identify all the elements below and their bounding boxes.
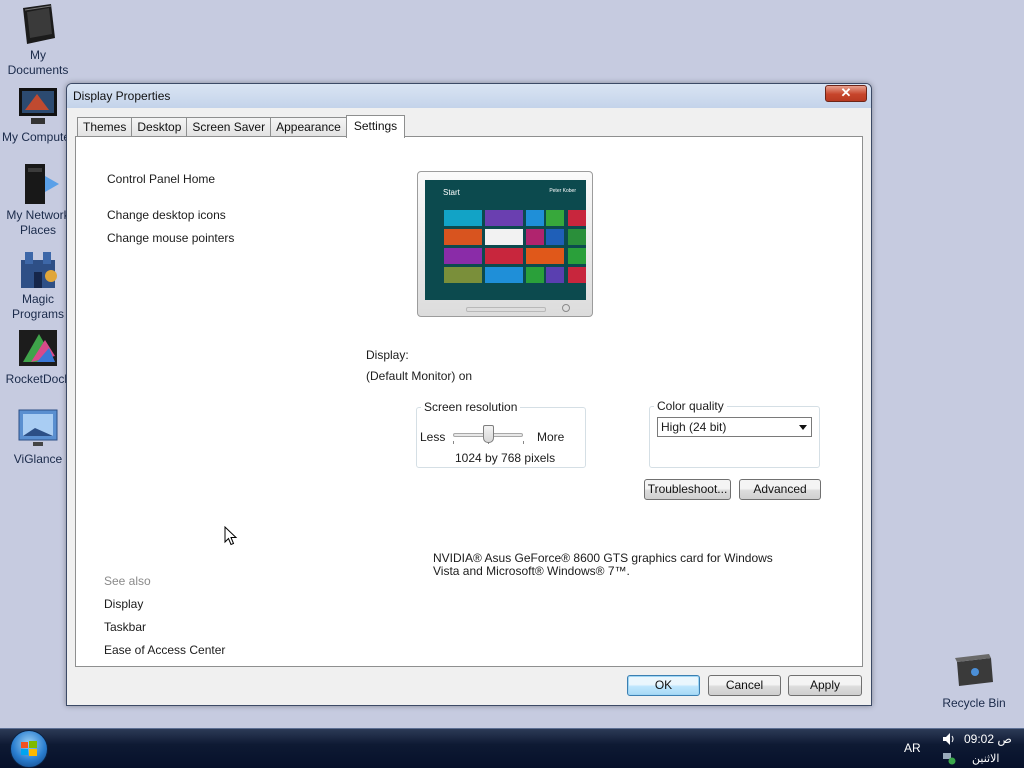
see-also-ease-of-access-link[interactable]: Ease of Access Center	[104, 643, 225, 657]
color-quality-group: Color quality High (24 bit)	[649, 399, 820, 468]
desktop-icon-label: My Computer	[1, 130, 75, 144]
display-label: Display:	[366, 348, 409, 362]
computer-icon	[15, 84, 61, 128]
preview-tile	[526, 229, 544, 245]
desktop-icon-my-network-places[interactable]: My Network Places	[0, 162, 76, 238]
rocketdock-icon	[15, 326, 61, 370]
desktop-icon-magic-programs[interactable]: Magic Programs	[0, 246, 76, 322]
preview-tile	[485, 210, 523, 226]
taskbar: AR 09:02 ص الاثنين	[0, 728, 1024, 768]
monitor-screen: Start Peter Kober	[425, 180, 586, 300]
troubleshoot-button[interactable]: Troubleshoot...	[644, 479, 731, 500]
preview-tile	[568, 248, 586, 264]
cancel-button[interactable]: Cancel	[708, 675, 781, 696]
power-icon	[562, 304, 570, 312]
preview-tile	[526, 248, 564, 264]
castle-icon	[15, 246, 61, 290]
display-value: (Default Monitor) on	[366, 369, 473, 383]
resolution-less-label: Less	[420, 430, 446, 444]
desktop-icon-label: Recycle Bin	[942, 696, 1006, 710]
color-quality-selected: High (24 bit)	[661, 420, 727, 434]
close-icon: ✕	[840, 85, 852, 100]
desktop-icon-label: Magic	[21, 292, 54, 306]
control-panel-home-link[interactable]: Control Panel Home	[107, 172, 215, 186]
preview-tile	[485, 267, 523, 283]
advanced-button[interactable]: Advanced	[739, 479, 821, 500]
preview-tile	[444, 229, 482, 245]
resolution-value: 1024 by 768 pixels	[455, 451, 556, 465]
screen-resolution-group: Screen resolution Less More 1024 by 768 …	[416, 400, 586, 468]
tab-appearance[interactable]: Appearance	[270, 117, 347, 137]
preview-start-label: Start	[443, 188, 460, 197]
windows-logo-icon	[21, 741, 37, 756]
preview-tile	[444, 267, 482, 283]
desktop-icon-recycle-bin[interactable]: Recycle Bin	[936, 650, 1012, 711]
ok-button[interactable]: OK	[627, 675, 700, 696]
slider-tick	[523, 441, 524, 444]
language-indicator[interactable]: AR	[904, 741, 921, 755]
preview-tile	[568, 267, 586, 283]
tab-settings[interactable]: Settings	[345, 115, 406, 138]
viglance-icon	[15, 406, 61, 450]
start-button[interactable]	[10, 730, 48, 768]
desktop-icon-rocketdock[interactable]: RocketDock	[0, 326, 76, 387]
desktop-icon-label: Documents	[7, 63, 69, 77]
preview-tile	[444, 248, 482, 264]
see-also-taskbar-link[interactable]: Taskbar	[104, 620, 146, 634]
preview-user-label: Peter Kober	[549, 188, 576, 194]
desktop-icon-label: ViGlance	[13, 452, 63, 466]
desktop-icon-my-computer[interactable]: My Computer	[0, 84, 76, 145]
resolution-slider-thumb[interactable]	[482, 425, 494, 443]
preview-tile	[485, 248, 523, 264]
speaker-icon[interactable]	[942, 732, 956, 746]
clock-day[interactable]: الاثنين	[972, 752, 999, 765]
desktop-icon-viglance[interactable]: ViGlance	[0, 406, 76, 467]
preview-tile	[546, 210, 564, 226]
preview-tile	[568, 229, 586, 245]
recycle-bin-icon	[951, 650, 997, 694]
display-properties-window: Display Properties ✕ Themes Desktop Scre…	[66, 83, 872, 706]
desktop-icon-label: Programs	[11, 307, 64, 321]
settings-panel: Control Panel Home Change desktop icons …	[75, 136, 863, 667]
desktop-icon-label: My Network	[6, 208, 70, 222]
see-also-display-link[interactable]: Display	[104, 597, 143, 611]
adapter-line-1: NVIDIA® Asus GeForce® 8600 GTS graphics …	[433, 551, 773, 565]
slider-tick	[453, 441, 454, 444]
resolution-more-label: More	[537, 430, 565, 444]
apply-button[interactable]: Apply	[788, 675, 862, 696]
preview-tile	[485, 229, 523, 245]
see-also-heading: See also	[104, 574, 151, 588]
network-status-icon[interactable]	[942, 751, 956, 765]
desktop-icon-label: RocketDock	[5, 372, 71, 386]
adapter-line-2: Vista and Microsoft® Windows® 7™.	[433, 564, 630, 578]
desktop-icon-label: Places	[19, 223, 57, 237]
preview-tile	[444, 210, 482, 226]
preview-tile	[546, 267, 564, 283]
preview-tile	[546, 229, 564, 245]
clock-time[interactable]: 09:02 ص	[964, 732, 1012, 746]
folder-icon	[15, 2, 61, 46]
preview-tile	[526, 267, 544, 283]
tab-screen-saver[interactable]: Screen Saver	[186, 117, 272, 137]
preview-tile	[568, 210, 586, 226]
desktop-icon-my-documents[interactable]: My Documents	[0, 2, 76, 78]
network-icon	[15, 162, 61, 206]
sidebar: Control Panel Home Change desktop icons …	[76, 137, 276, 666]
change-mouse-pointers-link[interactable]: Change mouse pointers	[107, 231, 234, 245]
tab-strip: Themes Desktop Screen Saver Appearance S…	[77, 115, 406, 138]
monitor-base	[466, 307, 546, 312]
chevron-down-icon	[799, 425, 807, 430]
preview-tile	[526, 210, 544, 226]
tab-themes[interactable]: Themes	[77, 117, 133, 137]
screen-resolution-legend: Screen resolution	[421, 400, 521, 414]
title-bar[interactable]: Display Properties ✕	[67, 84, 871, 108]
close-button[interactable]: ✕	[825, 85, 867, 102]
change-desktop-icons-link[interactable]: Change desktop icons	[107, 208, 226, 222]
desktop-icon-label: My	[30, 48, 46, 62]
color-quality-select[interactable]: High (24 bit)	[657, 417, 812, 437]
color-quality-legend: Color quality	[654, 399, 727, 413]
window-title: Display Properties	[73, 89, 171, 103]
monitor-preview: Start Peter Kober	[417, 171, 593, 317]
tab-desktop[interactable]: Desktop	[131, 117, 188, 137]
